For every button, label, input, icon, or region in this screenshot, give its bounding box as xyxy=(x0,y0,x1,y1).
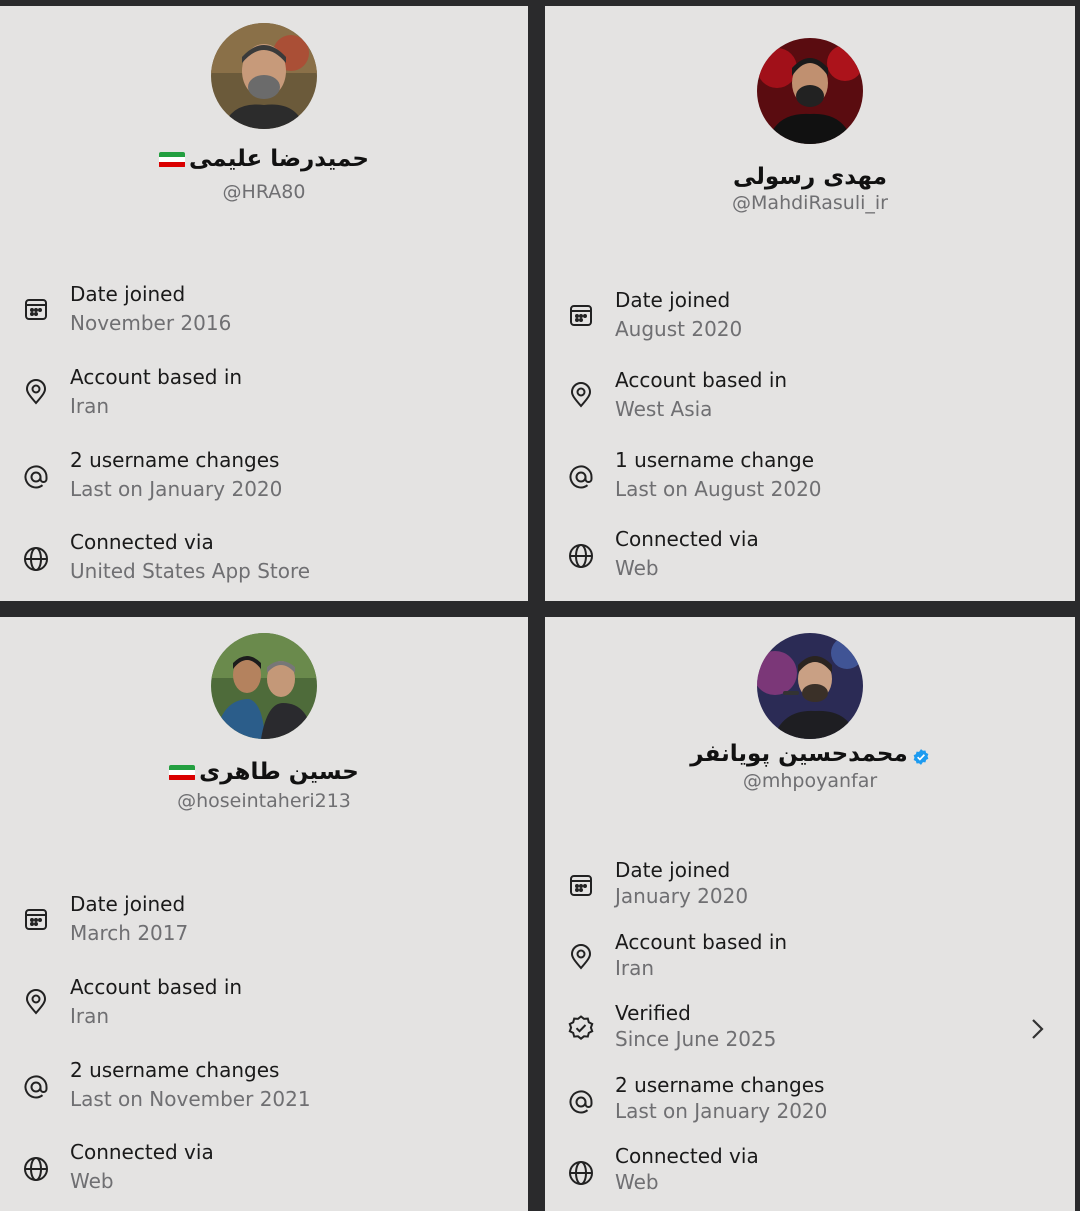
avatar[interactable] xyxy=(211,633,317,739)
info-value: January 2020 xyxy=(615,884,749,908)
info-value: Web xyxy=(615,1170,659,1194)
at-sign-icon xyxy=(566,462,596,492)
info-label: Account based in xyxy=(70,975,243,999)
verified-badge-icon xyxy=(912,746,930,765)
calendar-icon xyxy=(566,870,596,900)
info-label: 1 username change xyxy=(615,448,815,472)
avatar[interactable] xyxy=(757,633,863,739)
info-value: Last on January 2020 xyxy=(615,1099,828,1123)
info-value: Iran xyxy=(70,394,110,418)
avatar[interactable] xyxy=(757,38,863,144)
calendar-icon xyxy=(566,300,596,330)
avatar[interactable] xyxy=(211,23,317,129)
profile-name-row: حسین طاهری xyxy=(0,759,528,785)
globe-icon xyxy=(21,1154,51,1184)
calendar-icon xyxy=(21,904,51,934)
info-label: Connected via xyxy=(70,530,214,554)
profile-card: حسین طاهری @hoseintaheri213 Date joined … xyxy=(0,617,528,1211)
display-name: حسین طاهری xyxy=(199,759,359,785)
username-handle: @HRA80 xyxy=(222,181,306,203)
info-label: 2 username changes xyxy=(70,1058,280,1082)
info-label: Connected via xyxy=(615,527,759,551)
info-label: Connected via xyxy=(70,1140,214,1164)
info-value: March 2017 xyxy=(70,921,189,945)
calendar-icon xyxy=(21,294,51,324)
info-label: Account based in xyxy=(70,365,243,389)
info-value: August 2020 xyxy=(615,317,743,341)
verified-badge-icon xyxy=(566,1013,596,1043)
info-value: Web xyxy=(615,556,659,580)
info-label: Account based in xyxy=(615,930,788,954)
info-label: Date joined xyxy=(70,892,186,916)
location-pin-icon xyxy=(21,377,51,407)
globe-icon xyxy=(566,1158,596,1188)
info-value: Web xyxy=(70,1169,114,1193)
location-pin-icon xyxy=(21,987,51,1017)
location-pin-icon xyxy=(566,380,596,410)
location-pin-icon xyxy=(566,942,596,972)
info-label: 2 username changes xyxy=(70,448,280,472)
info-value: Last on January 2020 xyxy=(70,477,283,501)
profile-name-row: محمدحسین پویانفر xyxy=(545,741,1075,767)
info-value: Last on November 2021 xyxy=(70,1087,311,1111)
profile-card: حمیدرضا علیمی @HRA80 Date joined Novembe… xyxy=(0,6,528,601)
info-value: Iran xyxy=(615,956,655,980)
info-value: United States App Store xyxy=(70,559,311,583)
info-label: Connected via xyxy=(615,1144,759,1168)
iran-flag-icon xyxy=(169,764,196,781)
display-name: محمدحسین پویانفر xyxy=(690,741,908,767)
profile-card: مهدی رسولی @MahdiRasuli_ir Date joined A… xyxy=(545,6,1075,601)
info-value: West Asia xyxy=(615,397,713,421)
info-value: Iran xyxy=(70,1004,110,1028)
globe-icon xyxy=(566,541,596,571)
info-value: Since June 2025 xyxy=(615,1027,777,1051)
display-name: حمیدرضا علیمی xyxy=(189,146,369,172)
profile-name-row: مهدی رسولی xyxy=(545,164,1075,190)
at-sign-icon xyxy=(21,462,51,492)
globe-icon xyxy=(21,544,51,574)
info-value: November 2016 xyxy=(70,311,232,335)
info-label: Date joined xyxy=(615,858,731,882)
info-label: Date joined xyxy=(70,282,186,306)
info-label: 2 username changes xyxy=(615,1073,825,1097)
info-label: Date joined xyxy=(615,288,731,312)
profile-name-row: حمیدرضا علیمی xyxy=(0,146,528,172)
at-sign-icon xyxy=(566,1087,596,1117)
info-label: Verified xyxy=(615,1001,691,1025)
iran-flag-icon xyxy=(159,151,186,168)
profile-card: محمدحسین پویانفر @mhpoyanfar Date joined… xyxy=(545,617,1075,1211)
chevron-right-icon[interactable] xyxy=(1027,1015,1047,1043)
info-value: Last on August 2020 xyxy=(615,477,822,501)
display-name: مهدی رسولی xyxy=(733,164,887,190)
info-label: Account based in xyxy=(615,368,788,392)
username-handle: @hoseintaheri213 xyxy=(177,790,351,812)
at-sign-icon xyxy=(21,1072,51,1102)
username-handle: @MahdiRasuli_ir xyxy=(732,192,888,214)
username-handle: @mhpoyanfar xyxy=(742,770,878,792)
